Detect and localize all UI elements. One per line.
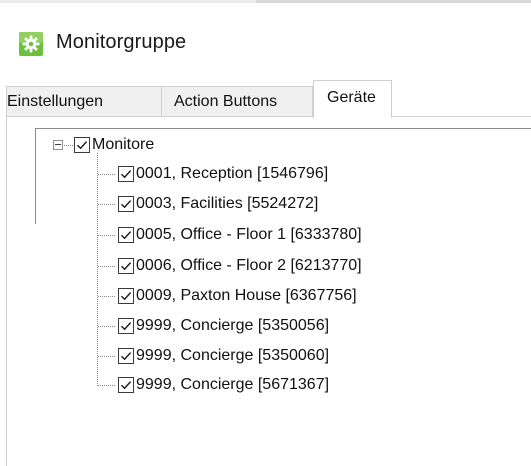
gear-app-icon xyxy=(19,32,43,56)
tab-geraete[interactable]: Geräte xyxy=(313,80,392,118)
tab-action-buttons[interactable]: Action Buttons xyxy=(161,86,313,116)
tree-node-device[interactable]: 0001, Reception [1546796] xyxy=(136,165,328,183)
monitorgruppe-window: Monitorgruppe Einstellungen Action Butto… xyxy=(0,0,531,466)
checkmark-icon xyxy=(121,292,132,301)
tree-connector-line xyxy=(98,174,116,175)
tree-node-device[interactable]: 9999, Concierge [5350060] xyxy=(136,347,329,365)
checkmark-icon xyxy=(121,200,132,209)
checkbox-device[interactable] xyxy=(118,377,134,393)
tree-connector-line xyxy=(64,145,74,146)
checkmark-icon xyxy=(121,381,132,390)
tree-connector-line xyxy=(98,326,116,327)
tab-strip: Einstellungen Action Buttons Geräte xyxy=(0,80,531,118)
tree-node-monitore[interactable]: Monitore xyxy=(92,136,154,154)
checkmark-icon xyxy=(121,352,132,361)
tree-connector-line xyxy=(98,356,116,357)
tab-einstellungen[interactable]: Einstellungen xyxy=(6,86,162,116)
tree-node-device[interactable]: 9999, Concierge [5350056] xyxy=(136,317,329,335)
tree-node-device[interactable]: 0009, Paxton House [6367756] xyxy=(136,287,357,305)
checkbox-device[interactable] xyxy=(118,166,134,182)
checkmark-icon xyxy=(121,262,132,271)
tree-node-device[interactable]: 9999, Concierge [5671367] xyxy=(136,376,329,394)
checkbox-device[interactable] xyxy=(118,227,134,243)
tree-connector-line xyxy=(98,204,116,205)
title-bar: Monitorgruppe xyxy=(0,3,531,83)
checkmark-icon xyxy=(121,322,132,331)
tree-connector-line xyxy=(98,296,116,297)
tree-connector-line xyxy=(98,385,116,386)
checkmark-icon xyxy=(121,170,132,179)
checkbox-monitore[interactable] xyxy=(74,137,90,153)
checkbox-device[interactable] xyxy=(118,258,134,274)
checkbox-device[interactable] xyxy=(118,288,134,304)
checkbox-device[interactable] xyxy=(118,318,134,334)
tree-connector-line xyxy=(98,235,116,236)
window-title: Monitorgruppe xyxy=(56,31,187,53)
checkmark-icon xyxy=(121,231,132,240)
tree-connector-line xyxy=(97,153,98,386)
tree-node-device[interactable]: 0006, Office - Floor 2 [6213770] xyxy=(136,257,362,275)
checkbox-device[interactable] xyxy=(118,348,134,364)
collapse-toggle-icon[interactable] xyxy=(53,140,63,150)
tree-connector-line xyxy=(98,266,116,267)
checkmark-icon xyxy=(77,141,88,150)
tree-node-device[interactable]: 0003, Facilities [5524272] xyxy=(136,195,318,213)
tree-node-device[interactable]: 0005, Office - Floor 1 [6333780] xyxy=(136,226,362,244)
checkbox-device[interactable] xyxy=(118,196,134,212)
background-decoration xyxy=(0,150,10,220)
